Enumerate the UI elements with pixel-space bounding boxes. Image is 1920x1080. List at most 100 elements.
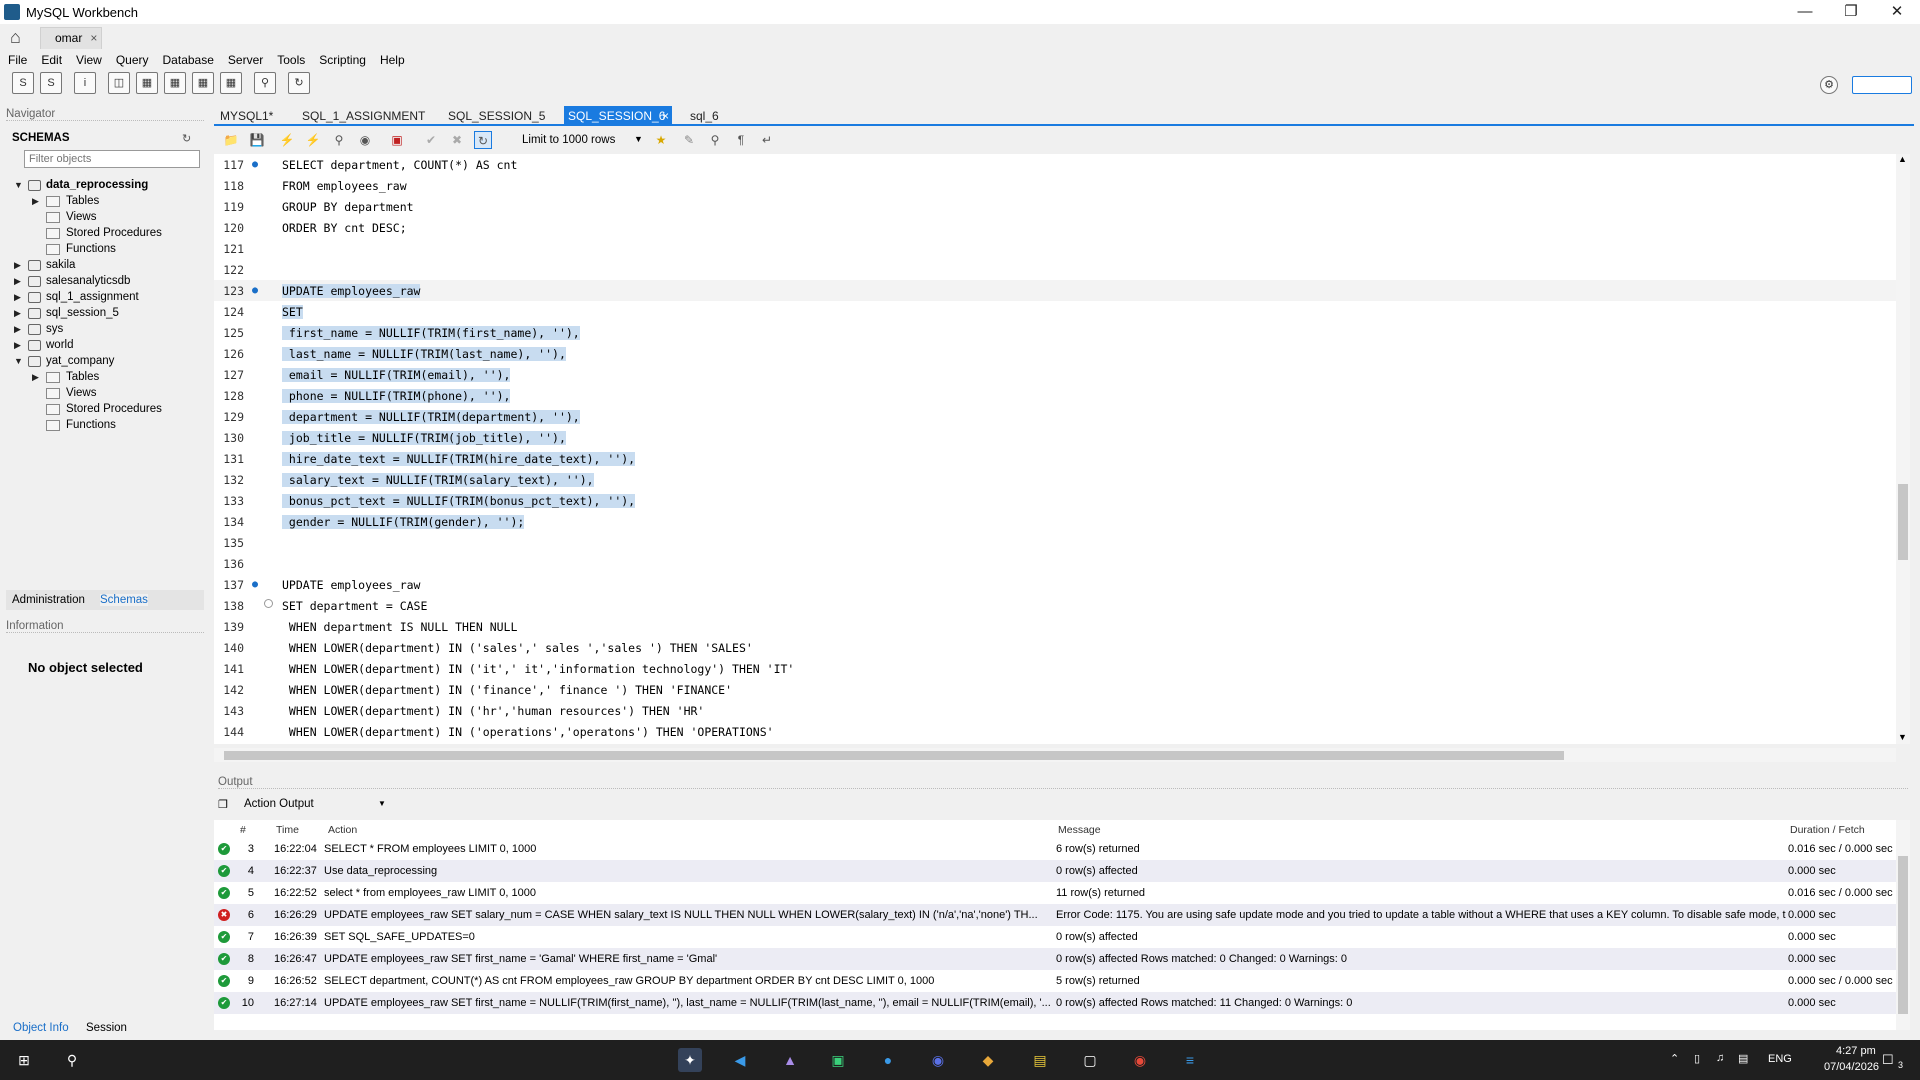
menu-edit[interactable]: Edit — [41, 53, 62, 67]
code-line[interactable]: 125 first_name = NULLIF(TRIM(first_name)… — [214, 322, 1896, 343]
collapse-arrow-icon[interactable]: ▶ — [14, 308, 21, 319]
code-line[interactable]: 141 WHEN LOWER(department) IN ('it',' it… — [214, 658, 1896, 679]
execute-current-icon[interactable]: ⚡ — [304, 131, 322, 149]
create-table-icon[interactable]: ▦ — [136, 72, 158, 94]
output-row[interactable]: ✔ 7 16:26:39 SET SQL_SAFE_UPDATES=0 0 row(s)… — [214, 926, 1896, 948]
execute-icon[interactable]: ⚡ — [278, 131, 296, 149]
output-row[interactable]: ✔ 9 16:26:52 SELECT department, COUNT(*) AS… — [214, 970, 1896, 992]
tree-item[interactable]: Views — [0, 386, 208, 402]
clock-time[interactable]: 4:27 pm — [1836, 1045, 1876, 1057]
code-line[interactable]: 134 gender = NULLIF(TRIM(gender), ''); — [214, 511, 1896, 532]
scroll-up-icon[interactable]: ▲ — [1898, 154, 1907, 164]
code-line[interactable]: 127 email = NULLIF(TRIM(email), ''), — [214, 364, 1896, 385]
code-line[interactable]: 121 — [214, 238, 1896, 259]
connection-tab[interactable]: omar × — [40, 27, 102, 49]
code-line[interactable]: 117 ● SELECT department, COUNT(*) AS cnt — [214, 154, 1896, 175]
create-view-icon[interactable]: ▦ — [164, 72, 186, 94]
editor-horizontal-scrollbar[interactable] — [214, 748, 1896, 762]
stop-icon[interactable]: ◉ — [356, 131, 374, 149]
mysql-workbench-taskbar-icon[interactable]: ✦ — [678, 1048, 702, 1072]
autocommit-icon[interactable]: ↻ — [474, 131, 492, 149]
search-icon[interactable]: ⚲ — [60, 1048, 84, 1072]
minimize-button[interactable]: — — [1782, 0, 1828, 24]
tab-sql-session-6[interactable]: SQL_SESSION_6 × — [564, 106, 672, 126]
code-line[interactable]: 123 ● UPDATE employees_raw — [214, 280, 1896, 301]
tree-item[interactable]: ▶ world — [0, 338, 208, 354]
rollback-icon[interactable]: ✖ — [448, 131, 466, 149]
code-line[interactable]: 144 WHEN LOWER(department) IN ('operatio… — [214, 721, 1896, 742]
output-row[interactable]: ✔ 5 16:22:52 select * from employees_raw LI… — [214, 882, 1896, 904]
wrap-lines-icon[interactable]: ↵ — [758, 131, 776, 149]
code-line[interactable]: 126 last_name = NULLIF(TRIM(last_name), … — [214, 343, 1896, 364]
expand-arrow-icon[interactable]: ▼ — [14, 356, 23, 366]
beautify-icon[interactable]: ★ — [652, 131, 670, 149]
menu-scripting[interactable]: Scripting — [319, 53, 366, 67]
tree-item[interactable]: Views — [0, 210, 208, 226]
code-line[interactable]: 124 SET — [214, 301, 1896, 322]
app-icon[interactable]: ▢ — [1078, 1048, 1102, 1072]
code-line[interactable]: 128 phone = NULLIF(TRIM(phone), ''), — [214, 385, 1896, 406]
tree-item[interactable]: Stored Procedures — [0, 226, 208, 242]
output-row[interactable]: ✔ 8 16:26:47 UPDATE employees_raw SET first… — [214, 948, 1896, 970]
invisible-chars-icon[interactable]: ¶ — [732, 131, 750, 149]
tab-sql-1-assignment[interactable]: SQL_1_ASSIGNMENT — [298, 106, 431, 126]
find-icon[interactable]: ✎ — [680, 131, 698, 149]
vscode-icon[interactable]: ◀ — [728, 1048, 752, 1072]
output-vertical-scrollbar[interactable] — [1896, 820, 1910, 1030]
notification-icon[interactable]: ☐ — [1882, 1052, 1894, 1068]
code-line[interactable]: 136 — [214, 553, 1896, 574]
code-line[interactable]: 119 GROUP BY department — [214, 196, 1896, 217]
scroll-thumb[interactable] — [224, 751, 1564, 760]
limit-rows-select[interactable]: Limit to 1000 rows ▼ — [518, 131, 648, 151]
tab-mysql1[interactable]: MYSQL1* — [216, 106, 279, 126]
tree-item[interactable]: ▶ sql_session_5 — [0, 306, 208, 322]
create-function-icon[interactable]: ▦ — [220, 72, 242, 94]
create-schema-icon[interactable]: ◫ — [108, 72, 130, 94]
menu-help[interactable]: Help — [380, 53, 405, 67]
discord-icon[interactable]: ◉ — [926, 1048, 950, 1072]
app-icon[interactable]: ▲ — [778, 1048, 802, 1072]
code-line[interactable]: 122 — [214, 259, 1896, 280]
open-sql-script-icon[interactable]: S — [40, 72, 62, 94]
tree-item[interactable]: ▼ data_reprocessing — [0, 178, 208, 194]
collapse-arrow-icon[interactable]: ▶ — [14, 324, 21, 335]
menu-database[interactable]: Database — [163, 53, 214, 67]
output-row[interactable]: ✔ 4 16:22:37 Use data_reprocessing 0 row(s) … — [214, 860, 1896, 882]
battery-icon[interactable]: ▯ — [1694, 1052, 1700, 1065]
code-line[interactable]: 140 WHEN LOWER(department) IN ('sales','… — [214, 637, 1896, 658]
collapse-arrow-icon[interactable]: ▶ — [14, 340, 21, 351]
code-line[interactable]: 120 ORDER BY cnt DESC; — [214, 217, 1896, 238]
tree-item[interactable]: ▶ Tables — [0, 370, 208, 386]
tab-administration[interactable]: Administration — [12, 594, 85, 606]
collapse-arrow-icon[interactable]: ▶ — [14, 292, 21, 303]
fold-icon[interactable] — [264, 599, 273, 608]
save-icon[interactable]: 💾 — [248, 131, 266, 149]
tree-item[interactable]: ▶ sql_1_assignment — [0, 290, 208, 306]
close-tab-icon[interactable]: × — [662, 109, 669, 123]
code-line[interactable]: 130 job_title = NULLIF(TRIM(job_title), … — [214, 427, 1896, 448]
menu-view[interactable]: View — [76, 53, 102, 67]
menu-file[interactable]: File — [8, 53, 27, 67]
code-line[interactable]: 139 WHEN department IS NULL THEN NULL — [214, 616, 1896, 637]
tab-sql-6[interactable]: sql_6 — [686, 106, 725, 126]
home-icon[interactable]: ⌂ — [10, 27, 21, 48]
expand-arrow-icon[interactable]: ▼ — [14, 180, 23, 190]
collapse-arrow-icon[interactable]: ▶ — [32, 196, 39, 207]
tree-item[interactable]: Functions — [0, 418, 208, 434]
scroll-thumb[interactable] — [1898, 856, 1908, 1014]
app-icon[interactable]: ◆ — [976, 1048, 1000, 1072]
collapse-arrow-icon[interactable]: ▶ — [14, 260, 21, 271]
open-file-icon[interactable]: 📁 — [222, 131, 240, 149]
code-line[interactable]: 142 WHEN LOWER(department) IN ('finance'… — [214, 679, 1896, 700]
code-line[interactable]: 138 SET department = CASE — [214, 595, 1896, 616]
commit-icon[interactable]: ✔ — [422, 131, 440, 149]
menu-server[interactable]: Server — [228, 53, 263, 67]
close-tab-icon[interactable]: × — [90, 31, 97, 45]
toggle-error-icon[interactable]: ▣ — [388, 131, 406, 149]
app-icon[interactable]: ≡ — [1178, 1048, 1202, 1072]
code-line[interactable]: 132 salary_text = NULLIF(TRIM(salary_tex… — [214, 469, 1896, 490]
pycharm-icon[interactable]: ▣ — [826, 1048, 850, 1072]
output-row[interactable]: ✔ 10 16:27:14 UPDATE employees_raw SET firs… — [214, 992, 1896, 1014]
sql-editor[interactable]: 117 ● SELECT department, COUNT(*) AS cnt 11… — [214, 154, 1896, 744]
tree-item[interactable]: Functions — [0, 242, 208, 258]
